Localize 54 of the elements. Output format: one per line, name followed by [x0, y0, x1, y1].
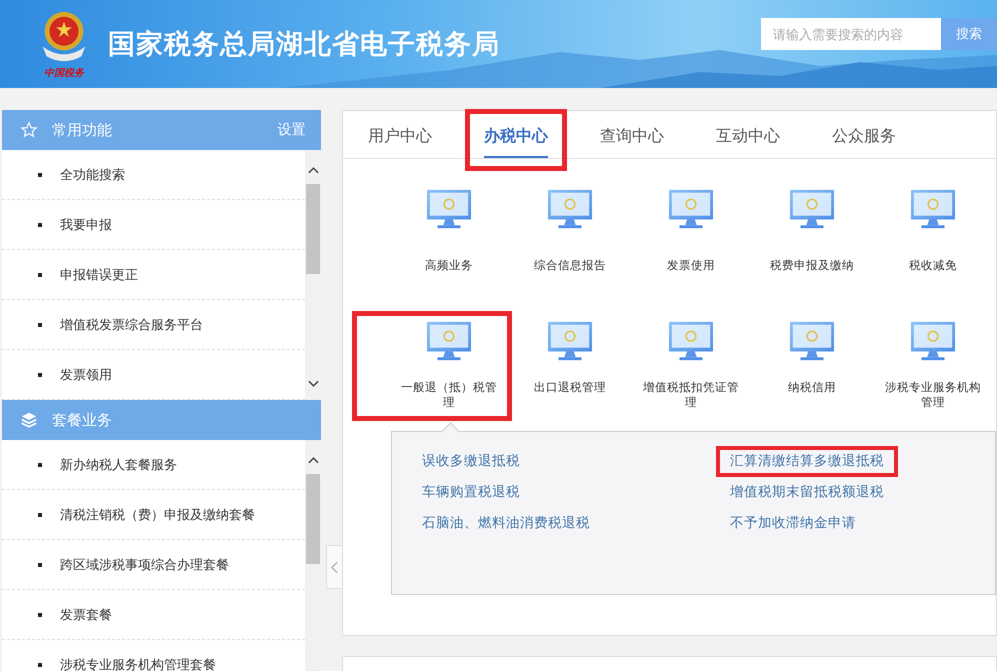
- star-icon: [20, 121, 38, 139]
- tile-label: 纳税信用: [787, 380, 837, 395]
- service-tile[interactable]: 税费申报及缴纳: [754, 188, 870, 278]
- monitor-icon: [668, 188, 714, 230]
- tile-label: 发票使用: [666, 258, 716, 273]
- service-tile[interactable]: 税收减免: [875, 188, 991, 278]
- tile-label: 税收减免: [908, 258, 958, 273]
- tile-label: 高频业务: [424, 258, 474, 273]
- service-tile[interactable]: 纳税信用: [754, 320, 870, 410]
- chevron-left-icon: [331, 560, 338, 574]
- monitor-icon: [789, 188, 835, 230]
- tab[interactable]: 用户中心: [360, 114, 440, 158]
- monitor-icon: [910, 188, 956, 230]
- tab[interactable]: 互动中心: [708, 114, 788, 158]
- submenu-link[interactable]: 车辆购置税退税: [422, 484, 520, 501]
- scrollbar[interactable]: [305, 150, 322, 400]
- section-title: 套餐业务: [52, 410, 113, 430]
- tile-label: 一般退（抵）税管理: [400, 380, 498, 410]
- submenu-link[interactable]: 误收多缴退抵税: [422, 453, 520, 470]
- chevron-up-icon[interactable]: [308, 456, 319, 464]
- chevron-up-icon[interactable]: [308, 166, 319, 174]
- service-tile[interactable]: 一般退（抵）税管理: [391, 320, 507, 410]
- submenu-link[interactable]: 不予加收滞纳金申请: [730, 515, 856, 532]
- tab[interactable]: 办税中心: [476, 114, 556, 158]
- search-field[interactable]: 请输入需要搜索的内容: [761, 18, 941, 50]
- scrollbar[interactable]: [305, 440, 322, 671]
- section-title: 常用功能: [52, 120, 113, 140]
- monitor-icon: [547, 320, 593, 362]
- submenu-link[interactable]: 增值税期末留抵税额退税: [730, 484, 884, 501]
- monitor-icon: [547, 188, 593, 230]
- chevron-down-icon[interactable]: [308, 380, 319, 388]
- service-tile[interactable]: 出口退税管理: [512, 320, 628, 410]
- tile-label: 涉税专业服务机构管理: [884, 380, 982, 410]
- monitor-icon: [789, 320, 835, 362]
- monitor-icon: [426, 188, 472, 230]
- service-tile[interactable]: 涉税专业服务机构管理: [875, 320, 991, 410]
- monitor-icon: [668, 320, 714, 362]
- submenu-link[interactable]: 石脑油、燃料油消费税退税: [422, 515, 590, 532]
- monitor-icon: [426, 320, 472, 362]
- tile-label: 税费申报及缴纳: [769, 258, 855, 273]
- submenu-link[interactable]: 汇算清缴结算多缴退抵税: [730, 453, 884, 470]
- monitor-icon: [910, 320, 956, 362]
- layers-icon: [20, 411, 38, 429]
- logo-caption: 中国税务: [44, 66, 84, 80]
- service-tile[interactable]: 发票使用: [633, 188, 749, 278]
- service-tile[interactable]: 高频业务: [391, 188, 507, 278]
- tile-label: 综合信息报告: [533, 258, 607, 273]
- tile-label: 出口退税管理: [533, 380, 607, 395]
- tile-label: 增值税抵扣凭证管理: [642, 380, 740, 410]
- service-tile[interactable]: 综合信息报告: [512, 188, 628, 278]
- tab[interactable]: 公众服务: [824, 114, 904, 158]
- tab[interactable]: 查询中心: [592, 114, 672, 158]
- site-title: 国家税务总局湖北省电子税务局: [108, 28, 501, 62]
- service-tile[interactable]: 增值税抵扣凭证管理: [633, 320, 749, 410]
